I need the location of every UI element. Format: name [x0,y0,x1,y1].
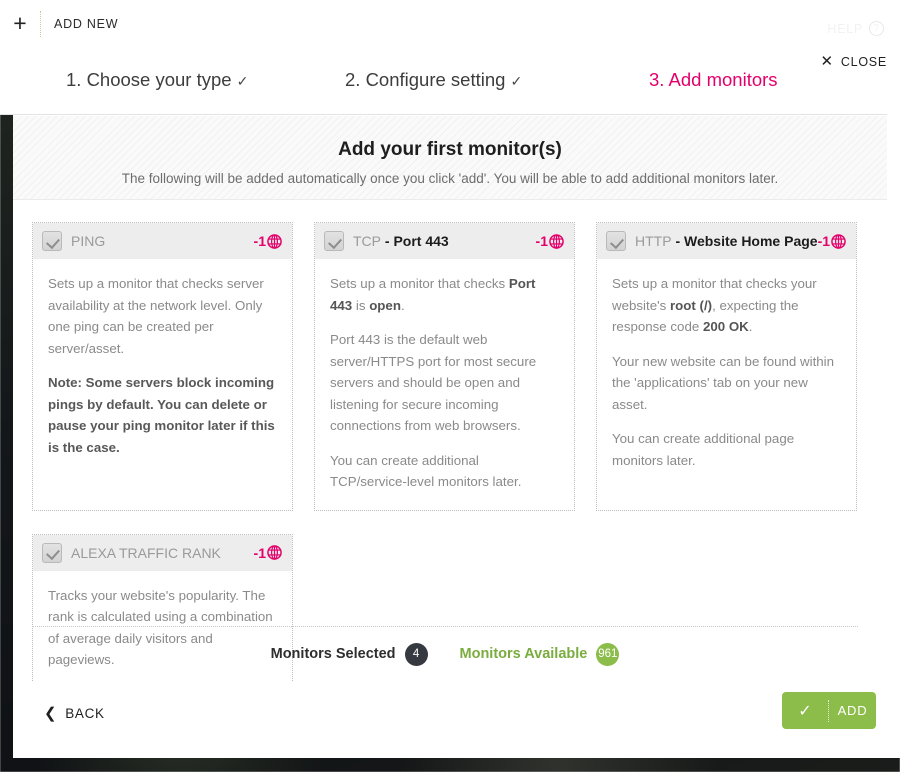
monitor-count-value: -1 [253,544,266,561]
monitors-available-counter: Monitors Available 961 [459,642,620,666]
wizard-step-2[interactable]: 2. Configure setting ✓ [345,69,522,91]
monitor-card-text: You can create additional page monitors … [612,431,795,468]
globe-icon [549,233,564,249]
monitors-selected-label: Monitors Selected [270,646,396,662]
monitor-card-text: You can create additional TCP/service-le… [330,452,522,490]
monitor-checkbox[interactable] [606,231,626,251]
page-subtitle: The following will be added automaticall… [121,171,779,186]
monitors-available-badge: 961 [596,642,620,666]
monitor-checkbox[interactable] [324,231,344,251]
monitor-card-title: PING [71,233,106,249]
monitor-card-text: Sets up a monitor that checks your websi… [612,276,817,335]
check-icon: ✓ [236,73,249,89]
globe-icon [267,233,282,249]
monitor-card-text: Your new website can be found within the… [612,353,835,412]
wizard-step-3-label: 3. Add monitors [649,69,778,90]
banner: Add your first monitor(s) The following … [13,116,887,200]
monitor-card-header: HTTP - Website Home Page -1 [597,223,856,259]
monitor-count-badge: -1 [254,233,282,249]
wizard-step-2-label: 2. Configure setting [345,69,506,90]
monitor-count-value: -1 [817,233,831,249]
monitor-card[interactable]: TCP - Port 443 -1 Sets up a monitor that c… [314,222,575,511]
back-button[interactable]: ❮ BACK [44,706,105,721]
add-new-tab[interactable]: + ADD NEW [0,0,130,47]
monitor-card-list: PING -1 Sets up a monitor that checks serv… [32,222,858,689]
add-button[interactable]: ✓ ADD [782,692,876,729]
monitor-card-header: PING -1 [33,223,292,259]
close-label: CLOSE [840,54,887,69]
monitor-count-badge: -1 [254,545,282,561]
monitor-card-body: Sets up a monitor that checks Port 443 i… [315,259,574,510]
monitor-card-text: Sets up a monitor that checks Port 443 i… [330,276,536,313]
counters-section: Monitors Selected 4 Monitors Available 9… [32,626,858,682]
globe-icon [267,545,282,561]
monitor-card-title: HTTP - Website Home Page [635,233,818,249]
monitor-card-body: Sets up a monitor that checks server ava… [33,259,292,475]
monitor-checkbox[interactable] [42,542,62,563]
monitors-selected-badge: 4 [404,642,428,666]
monitor-card-title: TCP - Port 443 [353,233,449,249]
monitors-selected-counter: Monitors Selected 4 [270,642,428,666]
globe-icon [831,233,846,249]
monitor-card[interactable]: HTTP - Website Home Page -1 Sets up a moni… [596,222,857,511]
monitor-card-body: Sets up a monitor that checks your websi… [597,259,856,488]
check-icon: ✓ [798,702,812,720]
close-icon: ✕ [820,53,834,70]
plus-icon: + [13,10,27,36]
add-new-tab-label: ADD NEW [54,16,119,31]
monitor-card-header: ALEXA TRAFFIC RANK -1 [33,534,292,571]
close-button[interactable]: ✕ CLOSE [821,54,887,69]
wizard-steps-bar: 1. Choose your type ✓ 2. Configure settin… [0,47,887,115]
page-title: Add your first monitor(s) [338,139,562,160]
chevron-left-icon: ❮ [44,705,58,722]
help-button[interactable]: HELP ? [827,21,884,36]
footer-bar: ❮ BACK ✓ ADD [13,681,900,758]
monitor-checkbox[interactable] [42,231,62,251]
question-mark-icon: ? [869,21,884,36]
add-button-label: ADD [837,703,868,718]
monitor-count-badge: -1 [536,233,564,249]
check-icon: ✓ [510,73,523,89]
monitor-count-value: -1 [535,233,548,249]
wizard-step-3[interactable]: 3. Add monitors [649,69,778,91]
monitor-card[interactable]: PING -1 Sets up a monitor that checks serv… [32,222,293,511]
wizard-step-1-label: 1. Choose your type [66,69,232,90]
wizard-step-1[interactable]: 1. Choose your type ✓ [66,69,248,91]
monitor-card-text: Sets up a monitor that checks server ava… [48,276,264,356]
monitor-count-value: -1 [253,233,266,249]
monitor-card-header: TCP - Port 443 -1 [315,223,574,259]
monitor-card-title: ALEXA TRAFFIC RANK [71,544,221,561]
back-button-label: BACK [65,706,105,721]
monitor-card-text: Note: Some servers block incoming pings … [48,375,275,455]
monitor-card-text: Port 443 is the default web server/HTTPS… [330,332,537,434]
monitor-count-badge: -1 [818,233,846,249]
help-label: HELP [827,21,863,36]
monitors-available-label: Monitors Available [459,646,588,662]
